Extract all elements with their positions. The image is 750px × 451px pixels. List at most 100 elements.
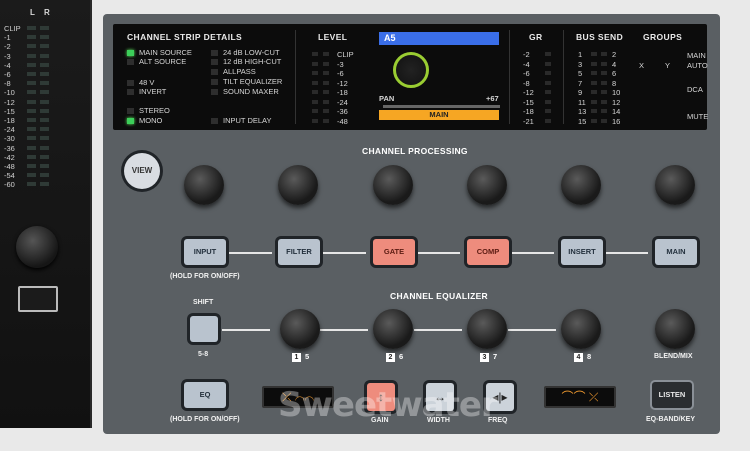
input-button[interactable]: INPUT <box>184 239 226 265</box>
bus-send-number: 15 <box>578 116 587 126</box>
meter-led-r <box>40 99 49 104</box>
shift-button[interactable] <box>190 316 218 342</box>
status-led <box>211 69 218 76</box>
connector-line <box>510 252 554 254</box>
eq-knob-2[interactable] <box>373 309 413 349</box>
strip-knob[interactable] <box>16 226 58 268</box>
processing-knob-1[interactable] <box>184 165 224 205</box>
strip-right-label: 24 dB LOW-CUT <box>223 48 280 57</box>
meter-scale-label: -4 <box>4 60 11 70</box>
bus-send-number: 6 <box>612 69 617 78</box>
level-led <box>312 109 318 113</box>
bus-send-number: 13 <box>578 107 587 116</box>
processing-knob-6[interactable] <box>655 165 695 205</box>
gain-dial-graphic <box>393 52 429 88</box>
processing-knob-3[interactable] <box>373 165 413 205</box>
gr-led <box>545 71 551 75</box>
meter-led-r <box>40 108 49 113</box>
channel-name: A5 <box>379 32 499 45</box>
bus-send-number: 10 <box>612 88 621 97</box>
bus-led <box>601 80 607 85</box>
level-title: LEVEL <box>318 32 348 42</box>
bus-led <box>591 52 597 56</box>
main-bar: MAIN <box>379 110 499 120</box>
bus-send-number: 12 <box>612 97 621 107</box>
groups-title: GROUPS <box>643 32 683 42</box>
strip-right-item: ALLPASS <box>211 67 256 76</box>
high-shelf-icon: ⌒⌒ ⤫ <box>561 390 599 404</box>
bus-send-number: 7 <box>578 78 583 88</box>
main-button[interactable]: MAIN <box>655 239 697 265</box>
pan-label: PAN <box>379 94 395 103</box>
strip-right-label: 12 dB HIGH-CUT <box>223 57 282 66</box>
gr-scale-label: -2 <box>523 50 530 59</box>
divider <box>509 30 510 124</box>
processing-knob-5[interactable] <box>561 165 601 205</box>
meter-led-l <box>27 72 36 76</box>
watermark-text: Sweetwater <box>278 385 498 425</box>
filter-button[interactable]: FILTER <box>278 239 320 265</box>
meter-scale-label: -3 <box>4 51 11 61</box>
bus-send-number: 9 <box>578 88 583 97</box>
bus-led <box>591 80 597 85</box>
view-button[interactable]: VIEW <box>124 153 160 189</box>
meter-led-l <box>27 99 36 104</box>
bus-send-number: 3 <box>578 59 583 69</box>
bus-led <box>601 71 607 75</box>
strip-left-label: STEREO <box>139 106 170 115</box>
meter-led-l <box>27 108 36 113</box>
high-cut-shape-button[interactable]: ⌒⌒ ⤫ <box>544 386 616 408</box>
meter-scale-label: -60 <box>4 180 15 190</box>
bus-send-number: 2 <box>612 50 617 59</box>
eq-knob-4[interactable] <box>561 309 601 349</box>
blend-mix-knob[interactable] <box>655 309 695 349</box>
level-led <box>323 118 329 123</box>
processing-knob-2[interactable] <box>278 165 318 205</box>
processing-knob-4[interactable] <box>467 165 507 205</box>
shift-sub-label: 5-8 <box>198 351 209 358</box>
group-main: MAIN <box>687 51 706 60</box>
bus-led <box>591 61 597 66</box>
blend-mix-label: BLEND/MIX <box>654 353 693 360</box>
eq-knob-3[interactable] <box>467 309 507 349</box>
input-hold-label: (HOLD FOR ON/OFF) <box>170 273 240 280</box>
meter-led-l <box>27 26 36 30</box>
level-led <box>312 118 318 123</box>
level-led <box>323 90 329 94</box>
level-scale-label: -18 <box>337 88 348 97</box>
eq-knob-1[interactable] <box>280 309 320 349</box>
listen-button[interactable]: LISTEN <box>652 382 692 408</box>
eq-band-2-sub: 6 <box>399 352 404 361</box>
level-scale-label: -36 <box>337 107 348 116</box>
status-led <box>211 50 218 57</box>
bus-send-number: 14 <box>612 107 621 116</box>
gate-button[interactable]: GATE <box>373 239 415 265</box>
meter-scale-label: -48 <box>4 162 15 171</box>
gr-scale-label: -15 <box>523 97 534 107</box>
level-led <box>323 52 329 56</box>
gr-scale-label: -12 <box>523 88 534 97</box>
bus-led <box>591 109 597 113</box>
strip-left-label: 48 V <box>139 78 155 87</box>
divider <box>295 30 296 124</box>
meter-led-l <box>27 35 36 40</box>
strip-select-button[interactable] <box>18 286 58 312</box>
level-scale-label: -48 <box>337 116 348 126</box>
meter-scale-label: -24 <box>4 125 15 135</box>
status-led <box>127 59 134 66</box>
comp-button[interactable]: COMP <box>467 239 509 265</box>
meter-led-r <box>40 118 49 122</box>
strip-left-item: 48 V <box>127 78 154 87</box>
gr-title: GR <box>529 32 543 42</box>
level-scale-label: -12 <box>337 78 348 88</box>
meter-led-r <box>40 127 49 132</box>
meter-scale-label: CLIP <box>4 24 21 33</box>
gr-scale-label: -4 <box>523 59 530 69</box>
meter-led-r <box>40 173 49 178</box>
eq-button[interactable]: EQ <box>184 382 226 408</box>
strip-left-item: MONO <box>127 116 162 125</box>
insert-button[interactable]: INSERT <box>561 239 603 265</box>
bus-send-number: 8 <box>612 78 617 88</box>
channel-processing-title: CHANNEL PROCESSING <box>362 146 468 156</box>
connector-line <box>508 329 556 331</box>
